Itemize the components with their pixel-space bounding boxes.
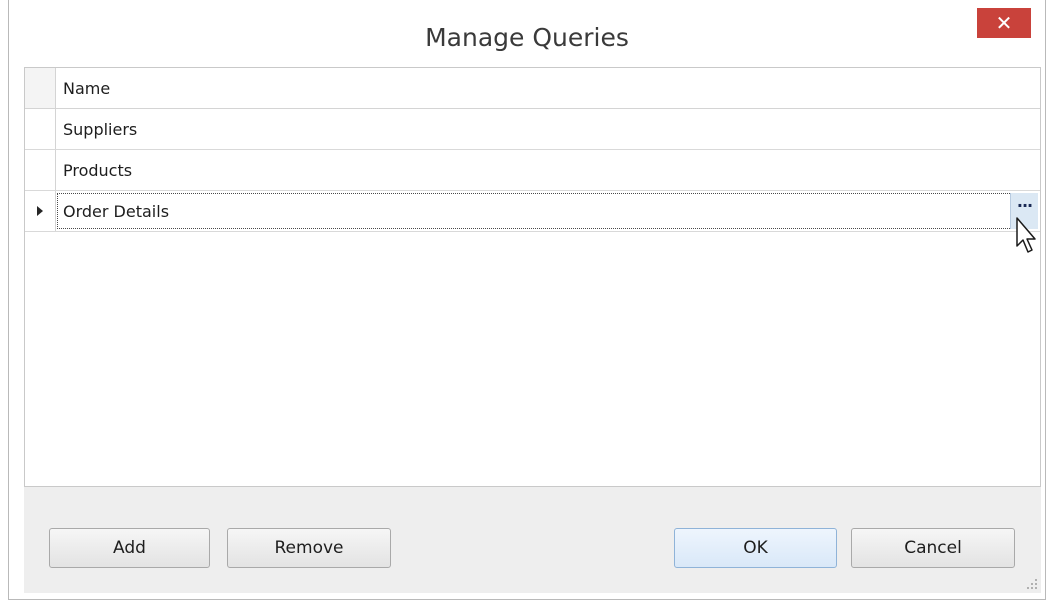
- table-row[interactable]: Products: [25, 150, 1040, 191]
- grid-header-row: Name: [25, 68, 1040, 109]
- add-button[interactable]: Add: [49, 528, 210, 568]
- ok-button[interactable]: OK: [674, 528, 837, 568]
- query-name-cell[interactable]: Suppliers: [63, 120, 137, 139]
- focused-cell-outline: [57, 193, 1038, 229]
- query-name-cell[interactable]: Products: [63, 161, 132, 180]
- column-header-name[interactable]: Name: [63, 79, 110, 98]
- cancel-button[interactable]: Cancel: [851, 528, 1015, 568]
- row-indicator: [25, 191, 56, 231]
- row-indicator: [25, 150, 56, 190]
- table-row-selected[interactable]: Order Details ...: [25, 191, 1040, 232]
- close-button[interactable]: ✕: [977, 8, 1031, 38]
- current-row-arrow-icon: [37, 206, 43, 216]
- table-row[interactable]: Suppliers: [25, 109, 1040, 150]
- title-bar: Manage Queries ✕: [9, 0, 1045, 67]
- row-indicator: [25, 109, 56, 149]
- header-indicator-cell: [25, 68, 56, 108]
- dialog-title: Manage Queries: [425, 23, 629, 52]
- dialog-footer: Add Remove OK Cancel: [24, 487, 1041, 593]
- query-name-cell[interactable]: Order Details: [63, 202, 169, 221]
- mouse-pointer-icon: [1016, 217, 1036, 253]
- manage-queries-dialog: Manage Queries ✕ Name Suppliers Products…: [8, 0, 1046, 600]
- remove-button[interactable]: Remove: [227, 528, 391, 568]
- queries-grid[interactable]: Name Suppliers Products Order Details ..…: [24, 67, 1041, 487]
- resize-grip-icon[interactable]: [1025, 577, 1037, 589]
- close-icon: ✕: [995, 11, 1013, 35]
